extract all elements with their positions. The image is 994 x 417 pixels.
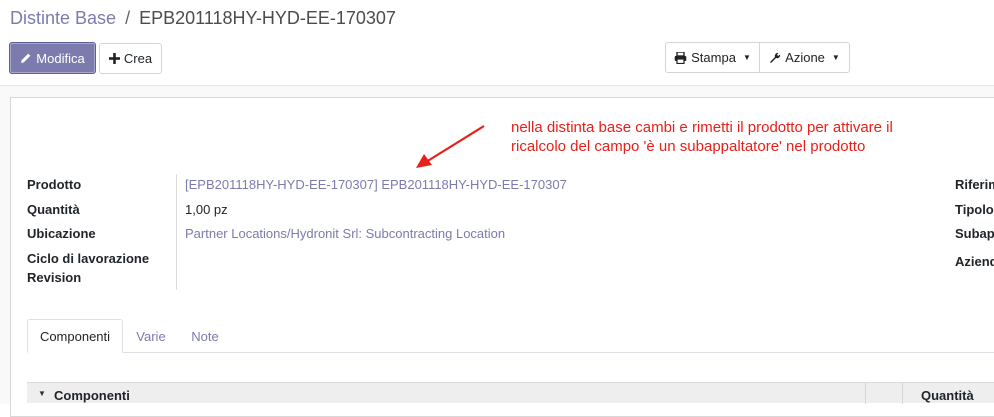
create-button[interactable]: Crea	[99, 43, 162, 74]
edit-button-label: Modifica	[36, 50, 85, 66]
annotation-note: nella distinta base cambi e rimetti il p…	[511, 118, 893, 156]
column-quantity[interactable]: Quantità	[921, 388, 974, 403]
chevron-down-icon: ▼	[831, 53, 840, 62]
pencil-icon	[20, 52, 32, 64]
routing-label: Ciclo di lavorazione	[27, 251, 150, 266]
chevron-down-icon: ▼	[742, 53, 751, 62]
print-button-label: Stampa	[691, 50, 736, 65]
tab-varie[interactable]: Varie	[126, 319, 176, 353]
column-divider	[902, 383, 903, 404]
location-label: Ubicazione	[27, 226, 96, 241]
revision-label: Revision	[27, 270, 82, 285]
breadcrumb-separator: /	[125, 8, 131, 28]
column-divider	[865, 383, 866, 404]
breadcrumb: Distinte Base / EPB201118HY-HYD-EE-17030…	[10, 8, 396, 28]
annotation-line-2: ricalcolo del campo 'è un subappaltatore…	[511, 138, 866, 155]
product-link[interactable]: [EPB201118HY-HYD-EE-170307] EPB201118HY-…	[185, 177, 567, 192]
type-label: Tipolo	[955, 202, 994, 217]
reference-label: Riferim	[955, 177, 994, 192]
collapse-caret-icon[interactable]: ▼	[38, 389, 46, 398]
quantity-value: 1,00 pz	[185, 202, 228, 217]
print-dropdown-button[interactable]: Stampa ▼	[665, 42, 760, 73]
field-divider	[176, 174, 177, 290]
quantity-label: Quantità	[27, 202, 80, 217]
breadcrumb-parent-link[interactable]: Distinte Base	[10, 8, 116, 28]
subcontract-label: Subap	[955, 226, 994, 241]
create-button-label: Crea	[123, 51, 153, 66]
action-dropdown-button[interactable]: Azione ▼	[759, 42, 850, 73]
product-label: Prodotto	[27, 177, 82, 192]
column-components[interactable]: Componenti	[54, 388, 130, 403]
plus-icon	[108, 53, 120, 64]
tab-note[interactable]: Note	[180, 319, 230, 353]
wrench-icon	[769, 52, 781, 64]
breadcrumb-current: EPB201118HY-HYD-EE-170307	[139, 8, 396, 28]
components-table-header: ▼ Componenti Quantità	[27, 382, 994, 404]
company-label: Aziend	[955, 254, 994, 269]
annotation-line-1: nella distinta base cambi e rimetti il p…	[511, 119, 893, 136]
edit-button[interactable]: Modifica	[9, 42, 96, 74]
annotation-arrow	[416, 125, 485, 168]
location-link[interactable]: Partner Locations/Hydronit Srl: Subcontr…	[185, 226, 505, 241]
tab-componenti[interactable]: Componenti	[27, 319, 123, 353]
print-icon	[674, 51, 687, 64]
action-button-label: Azione	[785, 50, 825, 65]
